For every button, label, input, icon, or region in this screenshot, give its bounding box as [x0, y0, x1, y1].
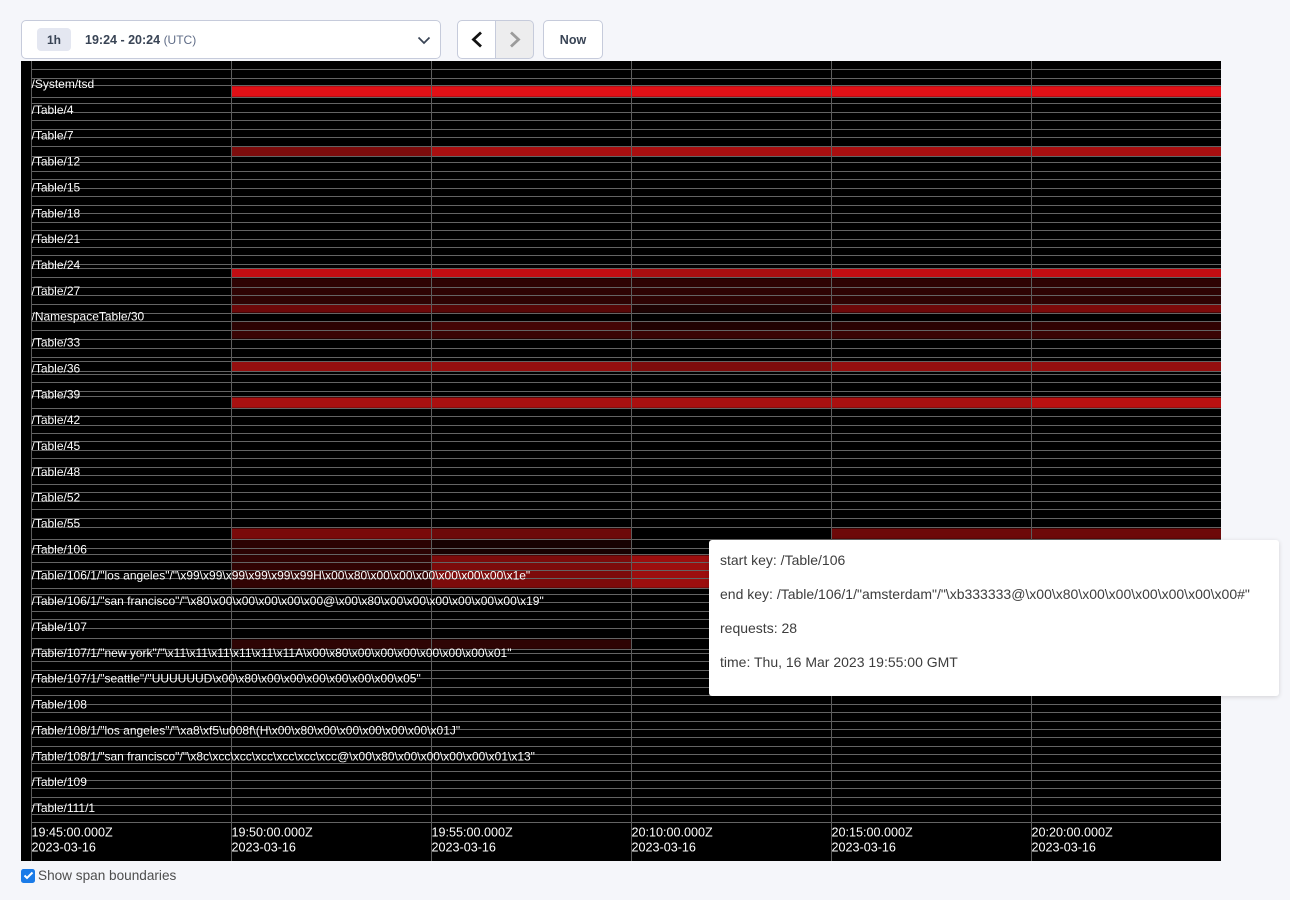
svg-text:/Table/45: /Table/45 [32, 439, 81, 453]
svg-text:2023-03-16: 2023-03-16 [432, 841, 496, 855]
svg-text:/Table/55: /Table/55 [32, 517, 81, 531]
svg-text:/Table/107/1/"new york"/"\x11\: /Table/107/1/"new york"/"\x11\x11\x11\x1… [32, 646, 512, 660]
svg-text:20:20:00.000Z: 20:20:00.000Z [1032, 826, 1114, 840]
svg-text:19:50:00.000Z: 19:50:00.000Z [232, 826, 314, 840]
svg-text:19:55:00.000Z: 19:55:00.000Z [432, 826, 514, 840]
svg-text:/Table/15: /Table/15 [32, 180, 81, 194]
svg-text:/Table/48: /Table/48 [32, 465, 81, 479]
svg-text:/Table/42: /Table/42 [32, 413, 81, 427]
svg-text:2023-03-16: 2023-03-16 [232, 841, 296, 855]
svg-text:/Table/52: /Table/52 [32, 491, 81, 505]
svg-text:/Table/27: /Table/27 [32, 284, 81, 298]
svg-text:20:15:00.000Z: 20:15:00.000Z [832, 826, 914, 840]
svg-text:/NamespaceTable/30: /NamespaceTable/30 [32, 310, 145, 324]
svg-text:/Table/36: /Table/36 [32, 361, 81, 375]
svg-text:/Table/106/1/"san francisco"/": /Table/106/1/"san francisco"/"\x80\x00\x… [32, 594, 544, 608]
svg-text:/Table/106/1/"los angeles"/"\x: /Table/106/1/"los angeles"/"\x99\x99\x99… [32, 568, 531, 582]
svg-text:/Table/107: /Table/107 [32, 620, 88, 634]
svg-text:/Table/4: /Table/4 [32, 103, 74, 117]
svg-text:19:45:00.000Z: 19:45:00.000Z [32, 826, 114, 840]
svg-text:/Table/39: /Table/39 [32, 387, 81, 401]
svg-text:/Table/111/1: /Table/111/1 [32, 801, 96, 815]
svg-text:/Table/108: /Table/108 [32, 698, 88, 712]
svg-text:/Table/108/1/"san francisco"/": /Table/108/1/"san francisco"/"\x8c\xcc\x… [32, 749, 535, 763]
svg-text:20:10:00.000Z: 20:10:00.000Z [632, 826, 714, 840]
svg-text:2023-03-16: 2023-03-16 [632, 841, 696, 855]
svg-text:/System/tsd: /System/tsd [32, 77, 95, 91]
svg-text:/Table/108/1/"los angeles"/"\x: /Table/108/1/"los angeles"/"\xa8\xf5\u00… [32, 723, 461, 737]
svg-text:/Table/33: /Table/33 [32, 336, 81, 350]
svg-text:/Table/12: /Table/12 [32, 155, 81, 169]
svg-text:2023-03-16: 2023-03-16 [1032, 841, 1096, 855]
svg-text:/Table/107/1/"seattle"/"UUUUUU: /Table/107/1/"seattle"/"UUUUUUD\x00\x80\… [32, 672, 421, 686]
svg-text:/Table/109: /Table/109 [32, 775, 88, 789]
svg-text:/Table/106: /Table/106 [32, 542, 88, 556]
svg-text:2023-03-16: 2023-03-16 [832, 841, 896, 855]
svg-text:2023-03-16: 2023-03-16 [32, 841, 96, 855]
svg-text:/Table/7: /Table/7 [32, 129, 74, 143]
svg-text:/Table/18: /Table/18 [32, 206, 81, 220]
svg-text:/Table/24: /Table/24 [32, 258, 81, 272]
svg-text:/Table/21: /Table/21 [32, 232, 81, 246]
